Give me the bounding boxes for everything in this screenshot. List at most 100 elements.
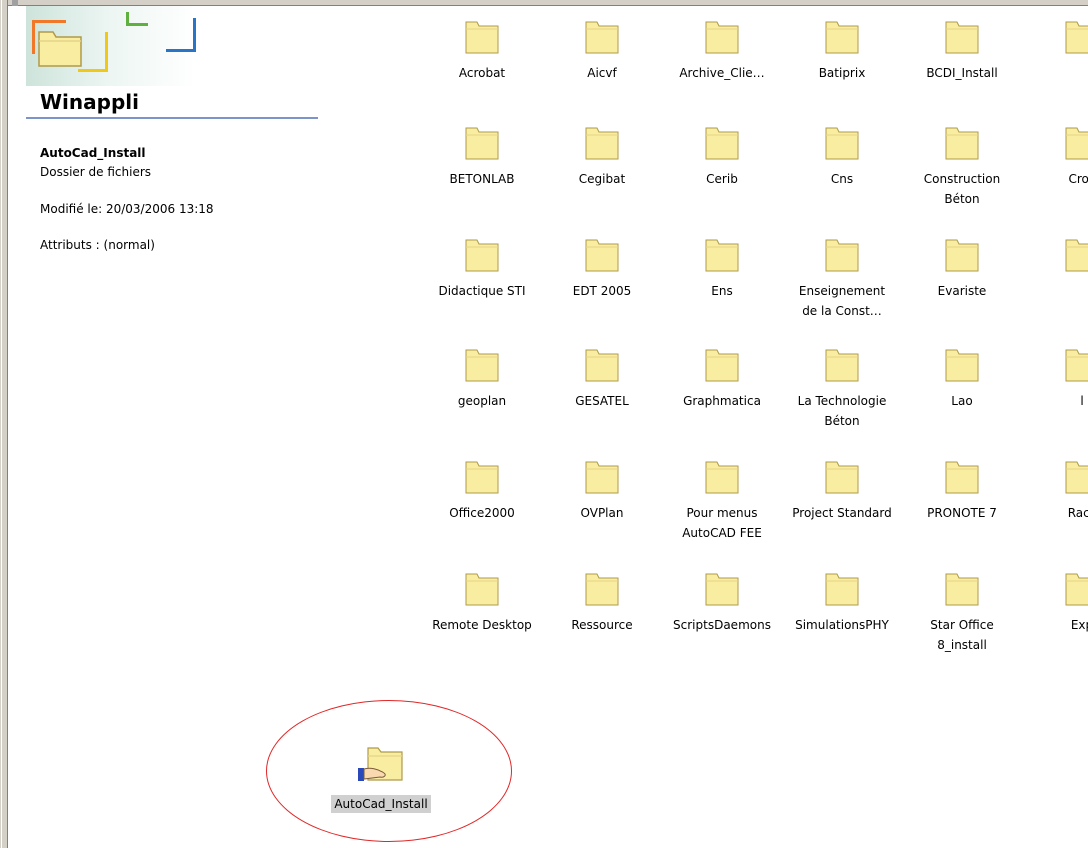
- folder-item[interactable]: Construction Béton: [902, 124, 1022, 209]
- folder-label: Pour menus AutoCAD FEE: [682, 506, 762, 540]
- folder-icon: [585, 239, 619, 272]
- folder-icon: [705, 21, 739, 54]
- folder-item[interactable]: Evariste: [902, 236, 1022, 301]
- folder-item[interactable]: [1022, 236, 1088, 281]
- folder-label: SimulationsPHY: [795, 618, 889, 632]
- folder-icon: [1065, 461, 1088, 494]
- folder-label: GESATEL: [575, 394, 629, 408]
- folder-item[interactable]: Star Office 8_install: [902, 570, 1022, 655]
- folder-item[interactable]: PRONOTE 7: [902, 458, 1022, 523]
- shared-folder-label: AutoCad_Install: [331, 795, 431, 813]
- folder-label: Croc: [1068, 172, 1088, 186]
- folder-item[interactable]: Exp: [1022, 570, 1088, 635]
- folder-item[interactable]: Ens: [662, 236, 782, 301]
- folder-icon: [825, 573, 859, 606]
- folder-item[interactable]: l: [1022, 346, 1088, 411]
- folder-label: Ens: [711, 284, 733, 298]
- folder-item[interactable]: Lao: [902, 346, 1022, 411]
- folder-icon: [705, 573, 739, 606]
- folder-item[interactable]: Project Standard: [782, 458, 902, 523]
- folder-icon: [585, 461, 619, 494]
- folder-icon: [1065, 349, 1088, 382]
- folder-label: Archive_Clie…: [679, 66, 765, 80]
- folder-label: Exp: [1070, 618, 1088, 632]
- folder-icon: [825, 21, 859, 54]
- folder-label: Cegibat: [578, 172, 626, 186]
- folder-icon: [465, 573, 499, 606]
- folder-label: Lao: [951, 394, 973, 408]
- folder-item[interactable]: Pour menus AutoCAD FEE: [662, 458, 782, 543]
- folder-icon: [825, 127, 859, 160]
- folder-label: Evariste: [937, 284, 987, 298]
- folder-item[interactable]: Office2000: [422, 458, 542, 523]
- folder-label: Enseignement de la Const…: [798, 284, 886, 318]
- folder-item[interactable]: La Technologie Béton: [782, 346, 902, 431]
- folder-label: BETONLAB: [449, 172, 515, 186]
- folder-label: Cerib: [706, 172, 738, 186]
- folder-icon: [705, 127, 739, 160]
- folder-item[interactable]: Racc: [1022, 458, 1088, 523]
- folder-label: Star Office 8_install: [930, 618, 994, 652]
- folder-icon: [465, 127, 499, 160]
- folder-label: geoplan: [457, 394, 507, 408]
- folder-icon: [705, 239, 739, 272]
- folder-item[interactable]: Aicvf: [542, 18, 662, 83]
- folder-item[interactable]: Graphmatica: [662, 346, 782, 411]
- folder-icon: [945, 573, 979, 606]
- folder-icon: [465, 21, 499, 54]
- folder-item[interactable]: Cns: [782, 124, 902, 189]
- folder-icon: [585, 573, 619, 606]
- folder-item[interactable]: GESATEL: [542, 346, 662, 411]
- folder-icon: [705, 461, 739, 494]
- folder-icon: [825, 239, 859, 272]
- folder-item[interactable]: Cegibat: [542, 124, 662, 189]
- folder-label: Graphmatica: [683, 394, 761, 408]
- folder-item[interactable]: OVPlan: [542, 458, 662, 523]
- folder-label: l: [1080, 394, 1084, 408]
- folder-item[interactable]: BETONLAB: [422, 124, 542, 189]
- folder-label: Batiprix: [818, 66, 866, 80]
- folder-label: Remote Desktop: [432, 618, 532, 632]
- folder-item[interactable]: EDT 2005: [542, 236, 662, 301]
- folder-label: Racc: [1067, 506, 1088, 520]
- folder-item[interactable]: SimulationsPHY: [782, 570, 902, 635]
- folder-label: OVPlan: [580, 506, 624, 520]
- folder-icon: [945, 349, 979, 382]
- folder-item[interactable]: Remote Desktop: [422, 570, 542, 635]
- folder-item[interactable]: Croc: [1022, 124, 1088, 189]
- folder-item[interactable]: geoplan: [422, 346, 542, 411]
- folder-grid: Acrobat Aicvf Archive_Clie… Batiprix BCDI_In…: [0, 0, 1088, 700]
- folder-icon: [1065, 573, 1088, 606]
- folder-item[interactable]: ScriptsDaemons: [662, 570, 782, 635]
- folder-item[interactable]: [1022, 18, 1088, 63]
- folder-label: EDT 2005: [572, 284, 632, 298]
- folder-icon: [585, 21, 619, 54]
- folder-label: Cns: [830, 172, 854, 186]
- folder-icon: [465, 239, 499, 272]
- folder-icon: [465, 349, 499, 382]
- folder-item[interactable]: Acrobat: [422, 18, 542, 83]
- folder-icon: [585, 127, 619, 160]
- folder-item[interactable]: BCDI_Install: [902, 18, 1022, 83]
- folder-item[interactable]: Batiprix: [782, 18, 902, 83]
- folder-item[interactable]: Cerib: [662, 124, 782, 189]
- folder-icon: [465, 461, 499, 494]
- folder-icon: [945, 21, 979, 54]
- folder-item[interactable]: Didactique STI: [422, 236, 542, 301]
- folder-icon: [705, 349, 739, 382]
- folder-label: Project Standard: [792, 506, 892, 520]
- folder-label: La Technologie Béton: [797, 394, 887, 428]
- folder-label: Ressource: [571, 618, 633, 632]
- folder-icon: [585, 349, 619, 382]
- folder-label: Office2000: [449, 506, 515, 520]
- folder-icon: [945, 239, 979, 272]
- folder-icon: [1065, 239, 1088, 272]
- folder-label: Acrobat: [458, 66, 506, 80]
- folder-icon: [1065, 127, 1088, 160]
- folder-item[interactable]: Enseignement de la Const…: [782, 236, 902, 321]
- folder-item[interactable]: Ressource: [542, 570, 662, 635]
- folder-icon: [825, 349, 859, 382]
- shared-folder-item[interactable]: AutoCad_Install: [318, 744, 444, 813]
- folder-label: Construction Béton: [923, 172, 1001, 206]
- folder-item[interactable]: Archive_Clie…: [662, 18, 782, 83]
